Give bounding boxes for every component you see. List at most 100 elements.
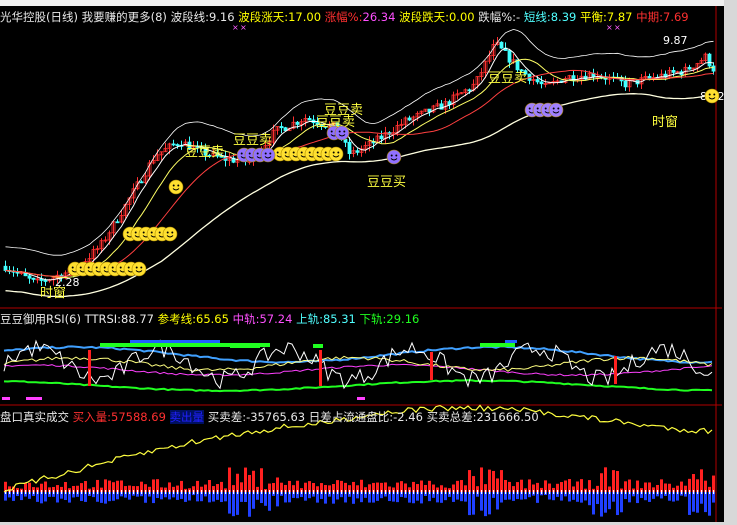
volume-tick [293,490,295,494]
volume-tick [317,490,319,494]
candle-body [671,70,676,73]
volume-tick [573,490,575,494]
volume-tick [149,490,151,494]
rsi-signal-bar [614,356,617,384]
volume-tick [117,490,119,494]
volume-tick [337,490,339,494]
daily-diff-ratio-label: 日差占流通盘比: [308,410,394,424]
volume-tick [581,490,583,494]
volume-tick [161,490,163,494]
daily-diff-ratio-value: -2.46 [393,410,423,424]
volume-tick [41,490,43,494]
volume-tick [345,490,347,494]
candle-body [175,144,180,147]
sad-face-icon-eye [330,130,333,133]
volume-tick [485,490,487,494]
smiley-row-eye [316,151,319,154]
smiley-row-eye [87,266,90,269]
rsi-top-blue-strip [130,340,220,343]
volume-tick [385,490,387,494]
volume-tick [69,490,71,494]
sell-volume-label: 卖出量 [169,410,205,424]
sell-volume-bar [688,492,691,515]
ttrsi-value: 88.77 [121,312,154,326]
candle-body [687,66,692,70]
volume-tick [169,490,171,494]
candle-body [27,275,32,279]
volume-tick [473,490,475,494]
volume-tick [437,490,439,494]
buy-sell-diff-value: -35765.63 [246,410,306,424]
volume-tick [233,490,235,494]
volume-tick [493,490,495,494]
volume-tick [329,490,331,494]
volume-tick [453,490,455,494]
candle-body [623,80,628,88]
smiley-row-eye [79,266,82,269]
sad-face-icon-eye [256,152,259,155]
volume-tick [181,490,183,494]
buy-volume-bar [496,478,499,492]
volume-tick [597,490,599,494]
volume-tick [469,490,471,494]
candle-body [355,150,360,153]
sell-volume-bar [600,492,603,517]
sell-volume-bar [484,492,487,517]
volume-tick [113,490,115,494]
candle-body [379,135,384,140]
sell-volume-bar [236,492,239,515]
volume-tick [465,490,467,494]
gain-pct-value: 26.34 [362,10,396,24]
sell-volume-bar [276,492,279,507]
buy-volume-bar [616,471,619,492]
mid-term-value: 7.69 [663,10,689,24]
smiley-row-eye [332,151,335,154]
volume-tick [173,490,175,494]
rsi-signal-bar [430,352,433,380]
candle-body [279,126,284,129]
window-right-strip [724,0,737,525]
rsi-top-blue-strip [505,340,517,343]
sad-face-icon-eye [240,152,243,155]
buy-volume-bar [500,470,503,492]
candle-body [407,117,412,121]
band-down-days-label: 波段跌天: [399,10,449,24]
sell-volume-bar [696,492,699,513]
volume-tick [661,490,663,494]
volume-tick [441,490,443,494]
window-top-strip [0,0,737,6]
buy-volume-bar [488,469,491,492]
sad-face-icon-eye [557,107,560,110]
volume-tick [601,490,603,494]
smiley-row-eye [284,151,287,154]
total-diff-value: 231666.50 [476,410,539,424]
buy-volume-bar [244,467,247,492]
volume-tick [677,490,679,494]
mid-term-ma-line [5,69,714,277]
band-up-days-label: 波段涨天: [238,10,289,24]
chart-canvas: 9.872.288.22豆豆卖豆豆卖豆豆卖豆豆卖豆豆卖豆豆买时窗时窗×××× [0,6,725,522]
smiley-row-eye [324,151,327,154]
sell-volume-bar [228,492,231,514]
volume-tick [561,490,563,494]
sad-face-icon-eye [343,130,346,133]
volume-tick [325,490,327,494]
volume-tick [77,490,79,494]
volume-tick [553,490,555,494]
smiley-row-eye [95,266,98,269]
balance-value: 7.87 [606,10,633,24]
rsi-top-green-strip [480,343,515,347]
sell-volume-bar [692,492,695,512]
volume-tick [525,490,527,494]
candle-body [507,50,512,63]
volume-tick [537,490,539,494]
volume-tick [89,490,91,494]
volume-tick [285,490,287,494]
volume-tick [201,490,203,494]
candle-body [115,221,120,224]
volume-tick [93,490,95,494]
smiley-row-face [131,261,147,277]
sell-volume-bar [480,492,483,511]
volume-tick [445,490,447,494]
volume-tick [225,490,227,494]
